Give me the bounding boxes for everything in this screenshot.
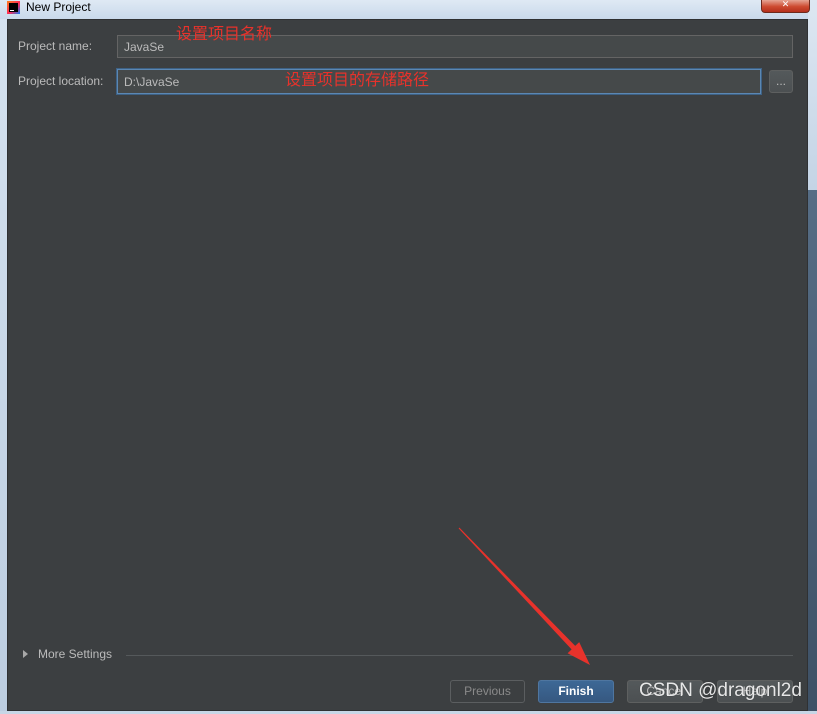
more-settings-label: More Settings: [38, 647, 113, 661]
watermark: CSDN @dragonl2d: [639, 680, 802, 701]
previous-button[interactable]: Previous: [450, 680, 525, 703]
divider: [126, 655, 793, 656]
more-settings-toggle[interactable]: More Settings: [21, 644, 121, 664]
project-name-label: Project name:: [18, 39, 93, 53]
window-frame-left: [0, 0, 7, 714]
new-project-dialog: Project name: Project location: ... 设置项目…: [7, 19, 808, 711]
close-icon: ✕: [781, 0, 790, 10]
browse-button[interactable]: ...: [769, 70, 793, 93]
window-frame-right-lower: [808, 190, 817, 711]
finish-button[interactable]: Finish: [538, 680, 614, 703]
window-title: New Project: [26, 0, 91, 14]
project-name-annotation: 设置项目名称: [176, 24, 273, 43]
close-button[interactable]: ✕: [761, 0, 810, 13]
project-location-input[interactable]: [117, 69, 761, 94]
project-location-annotation: 设置项目的存储路径: [285, 70, 430, 89]
triangle-right-icon: [23, 650, 28, 658]
title-bar[interactable]: New Project ✕: [0, 0, 810, 19]
intellij-idea-icon: [7, 1, 20, 14]
window-frame-right: [808, 0, 817, 190]
project-location-label: Project location:: [18, 74, 104, 88]
